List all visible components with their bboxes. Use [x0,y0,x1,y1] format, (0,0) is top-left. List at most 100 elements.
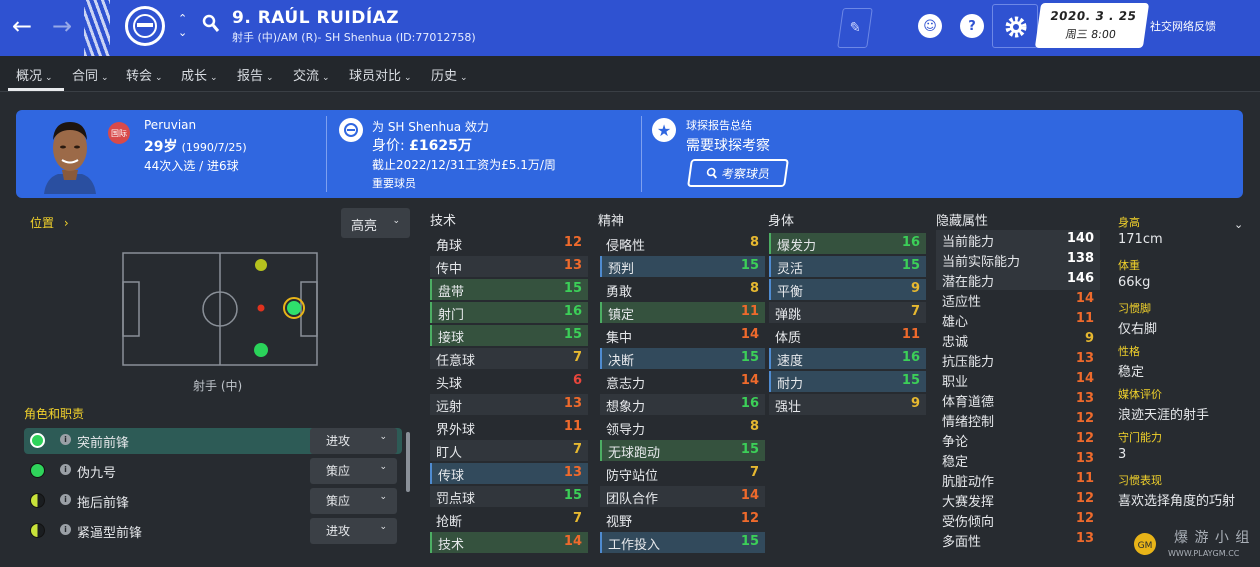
nav-contract[interactable]: 合同 ⌄ [72,65,109,84]
chevron-up-icon[interactable]: ⌃ [178,12,187,25]
attribute-row[interactable]: 预判 15 [600,256,765,277]
attribute-row[interactable]: 灵活 15 [769,256,926,277]
role-row[interactable]: i 伪九号 策应 ⌄ [24,458,402,484]
hidden-attribute-row[interactable]: 忠诚 9 [936,330,1100,350]
nav-compare[interactable]: 球员对比 ⌄ [349,65,412,84]
hidden-attribute-row[interactable]: 争论 12 [936,430,1100,450]
attribute-row[interactable]: 想象力 16 [600,394,765,415]
role-row[interactable]: i 紧逼型前锋 进攻 ⌄ [24,518,402,544]
attribute-row[interactable]: 射门 16 [430,302,588,323]
attribute-row[interactable]: 头球 6 [430,371,588,392]
forward-arrow-icon[interactable]: → [52,12,72,40]
attribute-row[interactable]: 领导力 8 [600,417,765,438]
nav-interaction[interactable]: 交流 ⌄ [293,65,330,84]
attribute-row[interactable]: 盘带 15 [430,279,588,300]
attribute-name: 弹跳 [775,308,802,323]
attribute-row[interactable]: 工作投入 15 [600,532,765,553]
duty-dropdown[interactable]: 进攻 ⌄ [310,428,397,454]
attribute-row[interactable]: 角球 12 [430,233,588,254]
hidden-attribute-row[interactable]: 大赛发挥 12 [936,490,1100,510]
hidden-attribute-row[interactable]: 情绪控制 12 [936,410,1100,430]
chevron-down-icon[interactable]: ⌄ [1234,218,1243,231]
nav-reports[interactable]: 报告 ⌄ [237,65,274,84]
attribute-row[interactable]: 接球 15 [430,325,588,346]
attribute-row[interactable]: 集中 14 [600,325,765,346]
attribute-row[interactable]: 任意球 7 [430,348,588,369]
attribute-row[interactable]: 爆发力 16 [769,233,926,254]
attribute-row[interactable]: 体质 11 [769,325,926,346]
attribute-row[interactable]: 侵略性 8 [600,233,765,254]
attribute-value: 11 [1075,471,1094,486]
edit-pencil-icon[interactable]: ✎ [837,8,873,48]
attribute-row[interactable]: 镇定 11 [600,302,765,323]
hidden-attribute-row[interactable]: 稳定 13 [936,450,1100,470]
social-feedback-link[interactable]: 社交网络反馈 [1150,18,1216,34]
scout-player-button[interactable]: 考察球员 [687,159,789,187]
hidden-attribute-row[interactable]: 潜在能力 146 [936,270,1100,290]
scout-report-title: 球探报告总结 [686,119,752,132]
hidden-attribute-row[interactable]: 体育道德 13 [936,390,1100,410]
attribute-row[interactable]: 视野 12 [600,509,765,530]
search-icon[interactable] [202,13,220,35]
roles-scrollbar[interactable] [406,432,410,492]
attribute-row[interactable]: 勇敢 8 [600,279,765,300]
mentoring-icon[interactable]: ☺ [918,14,942,38]
nav-history[interactable]: 历史 ⌄ [431,65,468,84]
info-icon[interactable]: i [60,464,71,475]
hidden-attribute-row[interactable]: 多面性 13 [936,530,1100,550]
attribute-row[interactable]: 抢断 7 [430,509,588,530]
nav-development[interactable]: 成长 ⌄ [181,65,218,84]
hidden-attribute-row[interactable]: 职业 14 [936,370,1100,390]
hidden-attribute-row[interactable]: 当前实际能力 138 [936,250,1100,270]
role-row[interactable]: i 拖后前锋 策应 ⌄ [24,488,402,514]
hidden-attribute-row[interactable]: 抗压能力 13 [936,350,1100,370]
duty-dropdown[interactable]: 进攻 ⌄ [310,518,397,544]
info-icon[interactable]: i [60,524,71,535]
date-button[interactable]: 2020. 3 . 25 周三 8:00 [1034,3,1150,48]
attribute-row[interactable]: 界外球 11 [430,417,588,438]
hidden-attribute-row[interactable]: 雄心 11 [936,310,1100,330]
attribute-row[interactable]: 弹跳 7 [769,302,926,323]
info-icon[interactable]: i [60,434,71,445]
physical-title: 身体 [768,214,795,229]
attribute-value: 12 [1075,491,1094,506]
nav-transfer[interactable]: 转会 ⌄ [126,65,163,84]
attribute-name: 当前能力 [942,235,995,250]
attribute-row[interactable]: 传中 13 [430,256,588,277]
attribute-value: 15 [563,327,582,342]
nav-overview[interactable]: 概况 ⌄ [16,65,53,84]
attribute-row[interactable]: 防守站位 7 [600,463,765,484]
settings-button[interactable] [992,4,1038,48]
role-row[interactable]: i 突前前锋 进攻 ⌄ [24,428,402,454]
attribute-row[interactable]: 罚点球 15 [430,486,588,507]
duty-dropdown[interactable]: 策应 ⌄ [310,458,397,484]
chevron-down-icon[interactable]: ⌄ [178,26,187,39]
attribute-row[interactable]: 团队合作 14 [600,486,765,507]
hidden-attribute-row[interactable]: 肮脏动作 11 [936,470,1100,490]
attribute-row[interactable]: 意志力 14 [600,371,765,392]
help-icon[interactable]: ? [960,14,984,38]
info-icon[interactable]: i [60,494,71,505]
attribute-row[interactable]: 平衡 9 [769,279,926,300]
position-link[interactable]: 位置 › [30,214,69,231]
attribute-row[interactable]: 技术 14 [430,532,588,553]
hidden-attribute-row[interactable]: 受伤倾向 12 [936,510,1100,530]
hidden-attribute-row[interactable]: 当前能力 140 [936,230,1100,250]
back-arrow-icon[interactable]: ← [12,12,32,40]
attribute-value: 7 [572,511,582,526]
highlight-dropdown[interactable]: 高亮 ⌄ [341,208,410,238]
info-label: 身高 [1118,216,1140,229]
attribute-row[interactable]: 速度 16 [769,348,926,369]
attribute-row[interactable]: 传球 13 [430,463,588,484]
attribute-row[interactable]: 决断 15 [600,348,765,369]
attribute-name: 任意球 [436,354,476,369]
attribute-row[interactable]: 耐力 15 [769,371,926,392]
club-badge-icon[interactable] [125,6,165,46]
attribute-row[interactable]: 盯人 7 [430,440,588,461]
attribute-row[interactable]: 远射 13 [430,394,588,415]
duty-dropdown[interactable]: 策应 ⌄ [310,488,397,514]
hidden-attribute-row[interactable]: 适应性 14 [936,290,1100,310]
attribute-row[interactable]: 强壮 9 [769,394,926,415]
mental-title: 精神 [598,214,625,229]
attribute-row[interactable]: 无球跑动 15 [600,440,765,461]
